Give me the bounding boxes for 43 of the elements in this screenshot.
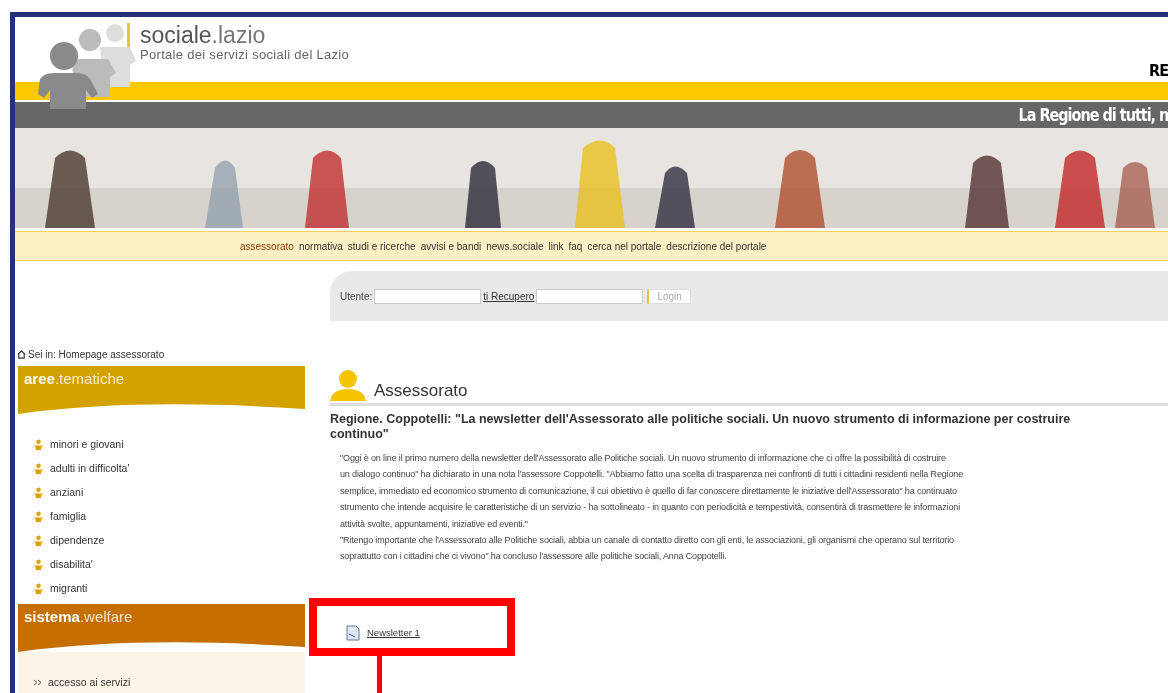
nav-link[interactable]: avvisi e bandi bbox=[420, 240, 482, 252]
home-icon bbox=[17, 350, 26, 359]
nav-link[interactable]: faq bbox=[568, 240, 583, 252]
person-icon bbox=[33, 510, 44, 522]
user-label: Utente: bbox=[340, 290, 373, 302]
nav-link[interactable]: link bbox=[548, 240, 564, 252]
username-field[interactable] bbox=[374, 288, 482, 304]
nav-link[interactable]: descrizione del portale bbox=[666, 240, 767, 252]
site-subtitle: Portale dei servizi sociali del Lazio bbox=[140, 47, 350, 62]
sidebar-link[interactable]: dipendenze bbox=[50, 534, 105, 546]
slogan: La Regione di tutti, n bbox=[1018, 105, 1168, 125]
sidebar-link[interactable]: famiglia bbox=[50, 510, 87, 522]
person-icon bbox=[33, 558, 44, 570]
sidebar-link[interactable]: disabilita' bbox=[50, 558, 93, 570]
breadcrumb: Sei in: Homepage assessorato bbox=[28, 349, 165, 360]
page-title: Assessorato bbox=[374, 381, 468, 401]
password-field[interactable] bbox=[536, 288, 644, 304]
sidebar-link[interactable]: migranti bbox=[50, 582, 88, 594]
sidebar-link[interactable]: adulti in difficolta' bbox=[50, 462, 130, 474]
nav-link[interactable]: normativa bbox=[298, 240, 343, 252]
nav-link[interactable]: cerca nel portale bbox=[587, 240, 662, 252]
recover-link[interactable]: ti Recupero bbox=[483, 290, 535, 302]
sidebar-link[interactable]: minori e giovani bbox=[50, 438, 124, 450]
nav-link[interactable]: studi e ricerche bbox=[347, 240, 416, 252]
section-header: sistema.welfare bbox=[18, 604, 305, 634]
sidebar-link[interactable]: accesso ai servizi bbox=[48, 676, 131, 688]
person-icon bbox=[33, 486, 44, 498]
sidebar-link[interactable]: anziani bbox=[50, 486, 84, 498]
person-icon bbox=[33, 534, 44, 546]
nav-link[interactable]: assessorato bbox=[240, 240, 294, 252]
person-icon bbox=[33, 582, 44, 594]
article-paragraph: "Oggi è on line il primo numero della newsletter dell'Assessorato alle Politiche sociali. Un nuovo strumento di informazione che ci offre la possibilità di costruire un dialogo continuo" ha dichiarato in una nota l'assessore Coppotelli. "Abbiamo fatto una scelta di trasparenza nei confronti di tutti i cittadini residenti nella Regione semplice, immediato ed economico strumento di comunicazione, il cui obiettivo è quello di far conoscere direttamente le iniziative dell'Assessorato" ha continuato strumento che intende acquisire le caratteristiche di un servizio - ha sottolineato - in quanto con periodicità e tempestività, consentirà di trasmettere le informazioni attività svolte, appuntamenti, iniziative ed eventi." "Ritengo importante che l'Assessorato alle Politiche sociali, abbia un canale di contatto diretto con gli enti, le associazioni, gli organismi che operano sul territorio soprattutto con i cittadini che ci vivono" ha concluso l'assessore alle politiche sociali, Anna Coppotelli. bbox=[340, 452, 964, 564]
section-header: aree.tematiche bbox=[18, 366, 305, 396]
document-icon bbox=[345, 624, 361, 641]
nav-link[interactable]: news.sociale bbox=[486, 240, 544, 252]
chevrons-icon bbox=[33, 678, 42, 686]
attachment-link[interactable]: Newsletter 1 bbox=[367, 627, 420, 639]
user-icon bbox=[330, 369, 366, 401]
person-icon bbox=[33, 462, 44, 474]
article-headline: Regione. Coppotelli: "La newsletter dell'Assessorato alle politiche sociali. Un nuovo strumento di informazione per costruire continuo" bbox=[330, 412, 1072, 442]
region-label: RE bbox=[1149, 61, 1168, 80]
person-icon bbox=[33, 438, 44, 450]
site-logo[interactable]: sociale.lazio bbox=[140, 23, 350, 47]
